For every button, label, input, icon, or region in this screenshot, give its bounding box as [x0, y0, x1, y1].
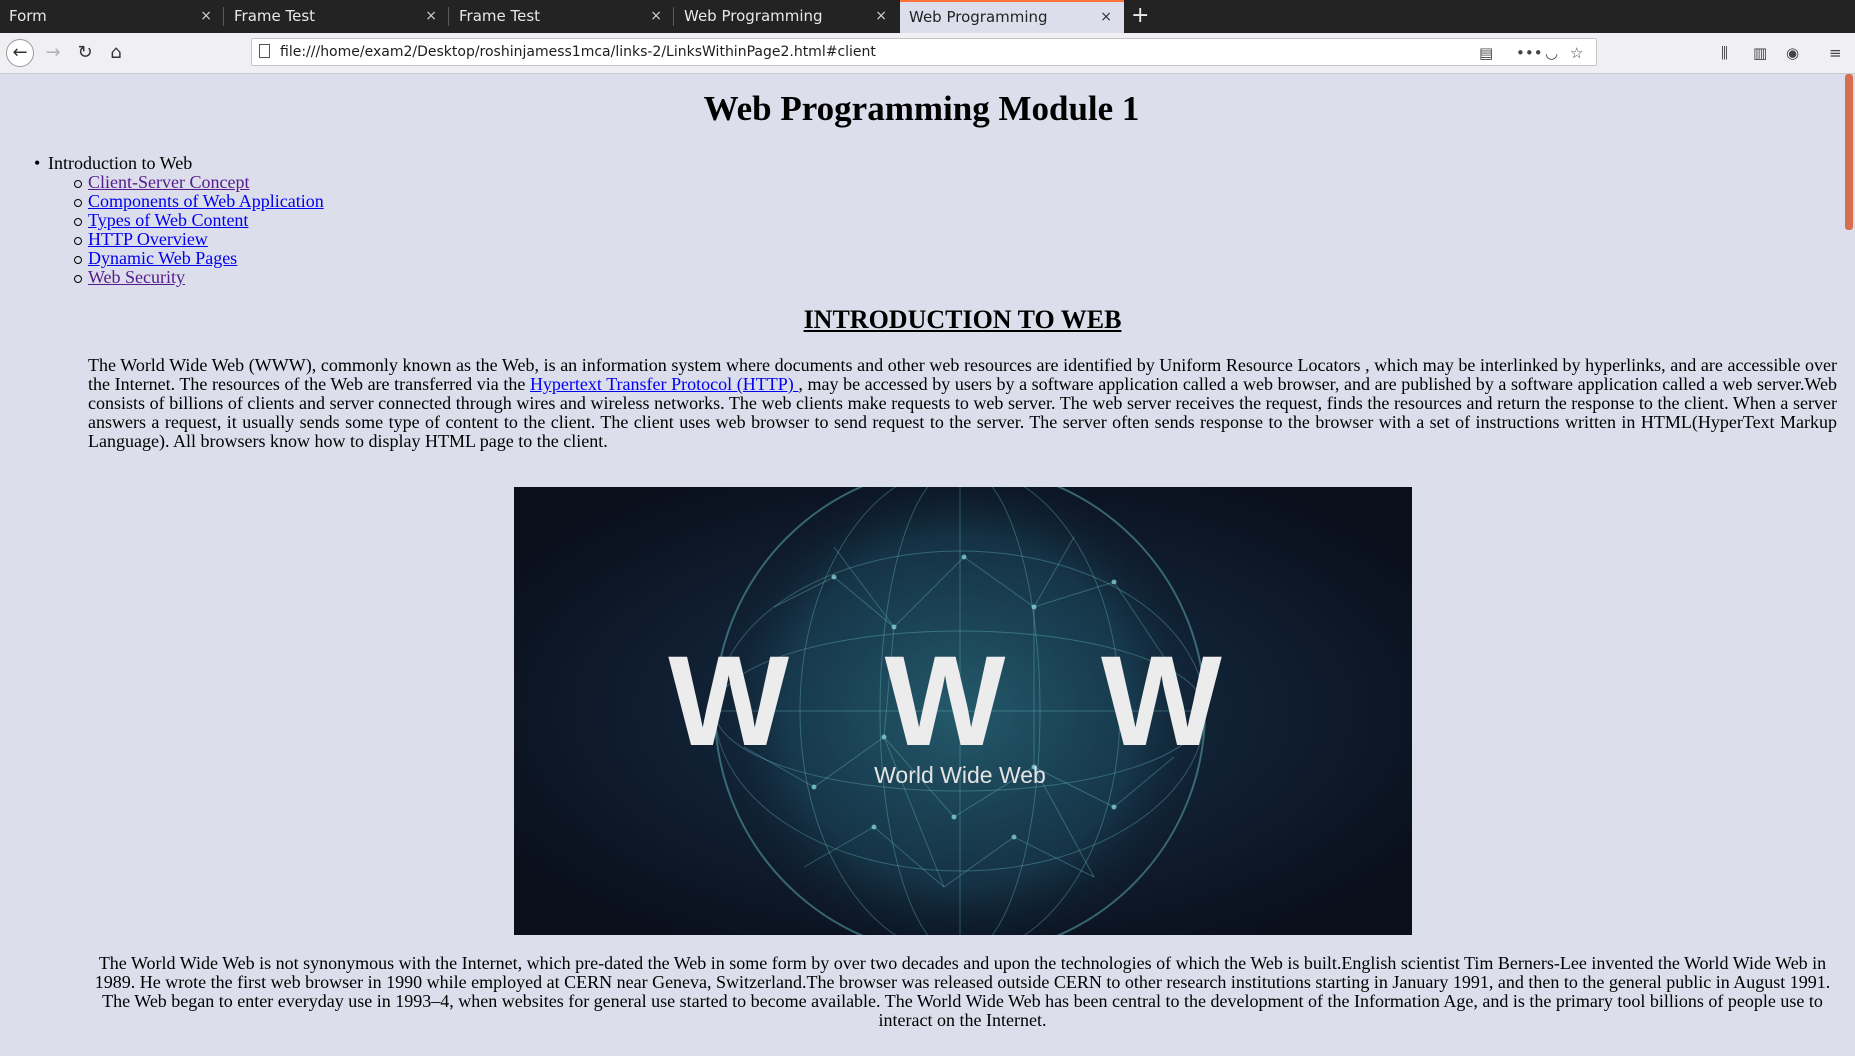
toc-link-http[interactable]: HTTP Overview — [88, 229, 208, 249]
close-tab-icon[interactable]: × — [875, 0, 887, 33]
tab-label: Frame Test — [459, 7, 541, 25]
home-icon[interactable]: ⌂ — [102, 39, 130, 67]
page-content: Web Programming Module 1 Introduction to… — [0, 74, 1843, 1056]
toc-link-security[interactable]: Web Security — [88, 267, 185, 287]
list-item: Dynamic Web Pages — [74, 248, 324, 268]
list-item: Client-Server Concept — [74, 172, 324, 192]
tab-divider — [673, 7, 674, 26]
toc-link-dynamic[interactable]: Dynamic Web Pages — [88, 248, 237, 268]
tab-form[interactable]: Form × — [0, 0, 224, 33]
tab-label: Frame Test — [234, 7, 316, 25]
tab-label: Web Programming — [909, 8, 1048, 26]
close-tab-icon[interactable]: × — [425, 0, 437, 33]
tab-label: Web Programming — [684, 7, 823, 25]
tab-strip: Form × Frame Test × Frame Test × Web Pro… — [0, 0, 1855, 33]
tab-frame-test-1[interactable]: Frame Test × — [225, 0, 449, 33]
history-paragraph: The World Wide Web is not synonymous wit… — [94, 953, 1831, 1030]
library-icon[interactable]: ⫼ — [1721, 39, 1728, 67]
http-link[interactable]: Hypertext Transfer Protocol (HTTP) — [530, 374, 798, 394]
vertical-scrollbar[interactable] — [1843, 74, 1855, 1056]
bookmark-star-icon[interactable]: ☆ — [1570, 40, 1583, 66]
tab-divider — [223, 7, 224, 26]
pocket-icon[interactable]: ◡ — [1545, 40, 1558, 66]
list-item: HTTP Overview — [74, 229, 324, 249]
toc-section: Introduction to Web Client-Server Concep… — [34, 153, 324, 287]
navigation-toolbar: ← → ↻ ⌂ file:///home/exam2/Desktop/roshi… — [0, 33, 1855, 74]
toc-link-types[interactable]: Types of Web Content — [88, 210, 248, 230]
toc-link-client-server[interactable]: Client-Server Concept — [88, 172, 249, 192]
www-caption: World Wide Web — [874, 762, 1046, 788]
tab-label: Form — [9, 7, 47, 25]
tab-web-programming-1[interactable]: Web Programming × — [675, 0, 899, 33]
page-info-icon[interactable] — [259, 44, 270, 58]
forward-arrow-icon[interactable]: → — [39, 39, 67, 67]
www-big-text: W W W — [668, 630, 1252, 773]
page-title: Web Programming Module 1 — [703, 89, 1140, 128]
close-tab-icon[interactable]: × — [200, 0, 212, 33]
url-text[interactable]: file:///home/exam2/Desktop/roshinjamess1… — [280, 39, 876, 65]
toc-sublist: Client-Server Concept Components of Web … — [48, 173, 324, 287]
reload-icon[interactable]: ↻ — [71, 39, 99, 67]
close-tab-icon[interactable]: × — [1100, 2, 1112, 33]
toc-heading: Introduction to Web — [48, 153, 193, 173]
url-bar[interactable]: file:///home/exam2/Desktop/roshinjamess1… — [251, 38, 1597, 66]
account-icon[interactable]: ◉ — [1786, 39, 1799, 67]
list-item: Web Security — [74, 267, 324, 287]
list-item: Types of Web Content — [74, 210, 324, 230]
table-of-contents: Introduction to Web Client-Server Concep… — [34, 153, 324, 287]
tab-divider — [448, 7, 449, 26]
scrollbar-thumb[interactable] — [1845, 74, 1853, 230]
tab-frame-test-2[interactable]: Frame Test × — [450, 0, 674, 33]
section-heading: INTRODUCTION TO WEB — [803, 305, 1122, 334]
toc-link-components[interactable]: Components of Web Application — [88, 191, 324, 211]
close-tab-icon[interactable]: × — [650, 0, 662, 33]
tab-web-programming-active[interactable]: Web Programming × — [900, 0, 1124, 33]
world-wide-web-image: W W W World Wide Web — [514, 487, 1412, 935]
list-item: Components of Web Application — [74, 191, 324, 211]
back-arrow-icon[interactable]: ← — [6, 39, 34, 67]
globe-network-graphic: W W W World Wide Web — [514, 487, 1412, 935]
new-tab-button[interactable]: + — [1131, 0, 1149, 33]
reader-view-icon[interactable]: ▤ — [1479, 40, 1493, 66]
page-actions-icon[interactable]: ••• — [1516, 40, 1543, 66]
intro-paragraph: The World Wide Web (WWW), commonly known… — [88, 356, 1837, 451]
menu-icon[interactable]: ≡ — [1829, 39, 1842, 67]
sidebar-icon[interactable]: ▥ — [1753, 39, 1767, 67]
